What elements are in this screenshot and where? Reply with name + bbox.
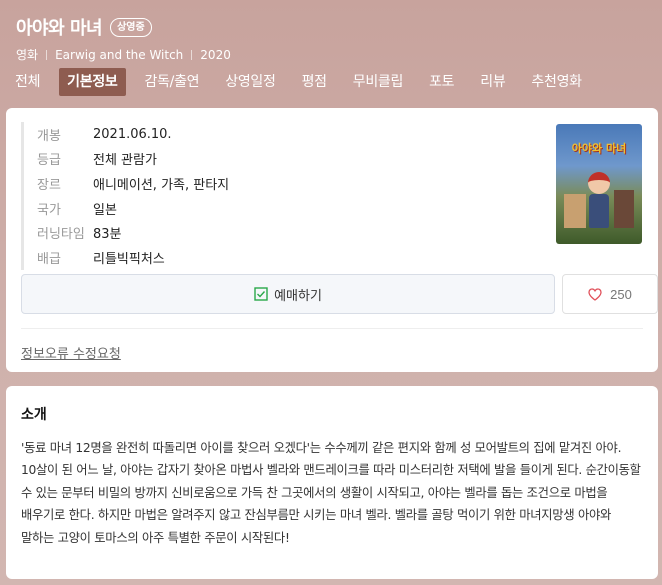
movie-poster[interactable]: 아야와 마녀: [556, 124, 642, 244]
tab-movie-clip[interactable]: 무비클립: [346, 68, 410, 96]
report-error-link[interactable]: 정보오류 수정요청: [21, 343, 121, 362]
meta-original-title: Earwig and the Witch: [55, 47, 184, 62]
tab-rating[interactable]: 평점: [295, 68, 334, 96]
info-value: 2021.06.10.: [93, 126, 172, 142]
reserve-label: 예매하기: [274, 287, 322, 303]
info-value: 일본: [93, 202, 117, 218]
movie-meta: 영화 Earwig and the Witch 2020: [16, 46, 652, 63]
tab-schedule[interactable]: 상영일정: [218, 68, 282, 96]
meta-separator: [191, 49, 193, 60]
info-value: 애니메이션, 가족, 판타지: [93, 177, 230, 193]
tab-all[interactable]: 전체: [8, 68, 47, 96]
info-key: 개봉: [37, 128, 61, 144]
info-row-country: 국가 일본: [37, 196, 229, 221]
intro-card: 소개 '동료 마녀 12명을 완전히 따돌리면 아이를 찾으러 오겠다'는 수수…: [6, 386, 658, 579]
poster-house: [564, 194, 586, 228]
title-row: 아야와 마녀 상영중: [16, 14, 652, 40]
tab-director-cast[interactable]: 감독/출연: [138, 68, 207, 96]
checkbox-icon: [254, 287, 268, 301]
action-buttons: 예매하기 250: [21, 274, 658, 314]
intro-text: '동료 마녀 12명을 완전히 따돌리면 아이를 찾으러 오겠다'는 수수께끼 …: [21, 441, 641, 545]
info-row-rating: 등급 전체 관람가: [37, 147, 229, 172]
reserve-button[interactable]: 예매하기: [21, 274, 555, 314]
tab-photo[interactable]: 포토: [422, 68, 461, 96]
info-key: 국가: [37, 202, 61, 218]
status-badge: 상영중: [110, 17, 152, 37]
meta-year: 2020: [200, 47, 231, 62]
info-row-distributor: 배급 리틀빅픽처스: [37, 245, 229, 270]
info-row-release: 개봉 2021.06.10.: [37, 122, 229, 147]
movie-header: 아야와 마녀 상영중 영화 Earwig and the Witch 2020: [16, 14, 652, 63]
info-key: 배급: [37, 251, 61, 267]
poster-character-body: [589, 194, 609, 228]
meta-separator: [46, 49, 48, 60]
like-button[interactable]: 250: [562, 274, 658, 314]
divider: [21, 328, 643, 329]
info-row-runtime: 러닝타임 83분: [37, 220, 229, 245]
info-row-genre: 장르 애니메이션, 가족, 판타지: [37, 171, 229, 196]
poster-character-head: [588, 172, 610, 194]
poster-house: [614, 190, 634, 228]
info-key: 장르: [37, 177, 61, 193]
tab-basic-info[interactable]: 기본정보: [59, 68, 126, 96]
info-value: 리틀빅픽처스: [93, 251, 165, 267]
info-value: 83분: [93, 227, 122, 243]
intro-heading: 소개: [21, 407, 47, 423]
like-count: 250: [610, 286, 632, 302]
tab-recommended[interactable]: 추천영화: [524, 68, 588, 96]
heart-icon: [588, 287, 602, 301]
info-key: 러닝타임: [37, 227, 85, 243]
poster-character: [586, 172, 612, 232]
movie-detail-page: 아야와 마녀 상영중 영화 Earwig and the Witch 2020 …: [0, 0, 662, 585]
tab-bar: 전체 기본정보 감독/출연 상영일정 평점 무비클립 포토 리뷰 추천영화: [8, 68, 601, 96]
info-list: 개봉 2021.06.10. 등급 전체 관람가 장르 애니메이션, 가족, 판…: [21, 122, 229, 270]
info-value: 전체 관람가: [93, 153, 157, 169]
info-key: 등급: [37, 153, 61, 169]
movie-title: 아야와 마녀: [16, 18, 103, 39]
meta-type: 영화: [16, 48, 39, 62]
tab-review[interactable]: 리뷰: [473, 68, 512, 96]
poster-title: 아야와 마녀: [571, 142, 627, 155]
basic-info-card: 개봉 2021.06.10. 등급 전체 관람가 장르 애니메이션, 가족, 판…: [6, 108, 658, 372]
